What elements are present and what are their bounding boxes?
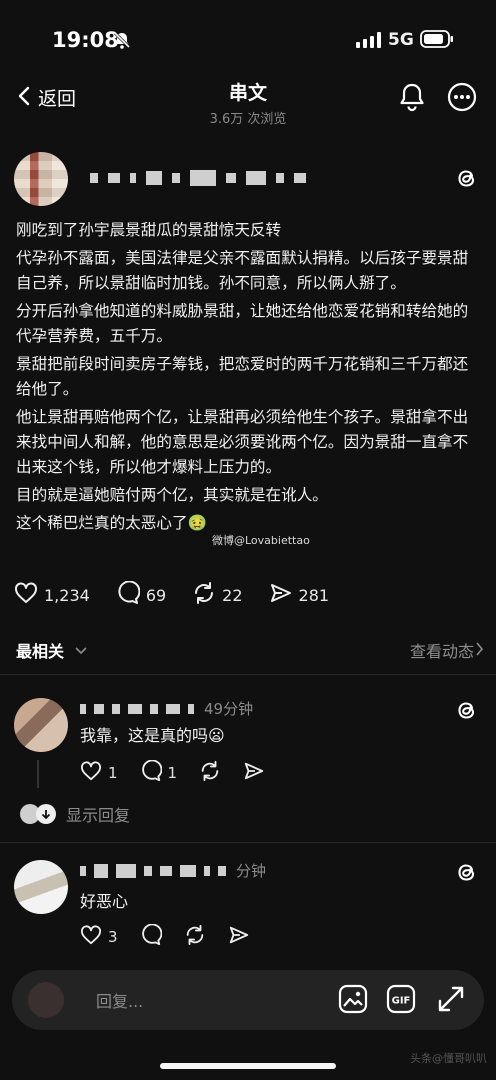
comment-like-count: 3 bbox=[108, 928, 118, 946]
more-options-icon[interactable] bbox=[446, 81, 478, 117]
comment-text: 我靠，这是真的吗😦 bbox=[80, 726, 225, 745]
commenter-avatar[interactable] bbox=[14, 698, 68, 752]
divider bbox=[0, 674, 496, 675]
chevron-down-icon[interactable] bbox=[74, 642, 88, 661]
speech-bubble-icon bbox=[116, 580, 141, 609]
repost-count: 22 bbox=[222, 585, 243, 605]
image-icon[interactable] bbox=[338, 984, 368, 1018]
speech-bubble-icon bbox=[140, 923, 162, 950]
reply-input[interactable]: 回复... bbox=[96, 988, 143, 1012]
post-paragraph: 分开后孙拿他知道的料威胁景甜，让她还给他恋爱花销和转给她的代孕营养费，五千万。 bbox=[16, 302, 469, 345]
comment-button[interactable]: 69 bbox=[116, 580, 167, 609]
comment-share-button[interactable] bbox=[228, 924, 250, 950]
top-bar: 返回 串文 3.6万 次浏览 bbox=[0, 72, 496, 127]
comment-actions: 1 1 bbox=[80, 759, 287, 786]
repost-button[interactable]: 22 bbox=[192, 581, 243, 609]
like-count: 1,234 bbox=[44, 585, 90, 605]
send-icon bbox=[228, 924, 250, 950]
status-time: 19:08 bbox=[52, 28, 119, 52]
home-indicator[interactable] bbox=[160, 1063, 336, 1069]
silent-mode-icon bbox=[112, 30, 132, 54]
status-bar: 19:08 5G bbox=[0, 0, 496, 70]
threads-logo-icon[interactable] bbox=[456, 166, 478, 194]
divider bbox=[0, 842, 496, 843]
sort-dropdown[interactable]: 最相关 bbox=[16, 638, 64, 662]
repost-icon bbox=[199, 760, 221, 786]
battery-icon bbox=[420, 30, 454, 52]
comment-reply-count: 1 bbox=[167, 764, 178, 782]
comment-meta: 49分钟 bbox=[80, 698, 253, 719]
comment-reply-button[interactable] bbox=[140, 923, 162, 950]
comment-text: 好恶心 bbox=[80, 892, 129, 911]
reply-compose-bar: 回复... GIF bbox=[12, 970, 484, 1030]
threads-logo-icon[interactable] bbox=[456, 698, 478, 726]
post-paragraph: 他让景甜再赔他两个亿，让景甜再必须给他生个孩子。景甜拿不出来找中间人和解，他的意… bbox=[16, 408, 469, 476]
my-avatar bbox=[28, 982, 64, 1018]
comment-like-button[interactable]: 3 bbox=[80, 925, 118, 949]
repost-icon bbox=[184, 924, 206, 950]
heart-icon bbox=[14, 582, 38, 608]
show-replies-label: 显示回复 bbox=[66, 806, 131, 825]
expand-icon[interactable] bbox=[436, 984, 466, 1018]
like-button[interactable]: 1,234 bbox=[14, 582, 90, 608]
comment-meta: 分钟 bbox=[80, 860, 266, 881]
corner-watermark: 头条@懂哥叭叭 bbox=[410, 1052, 487, 1065]
view-activity-link[interactable]: 查看动态 bbox=[410, 638, 474, 662]
send-icon bbox=[243, 760, 265, 786]
speech-bubble-icon bbox=[140, 759, 162, 786]
heart-icon bbox=[80, 761, 102, 785]
threads-logo-icon[interactable] bbox=[456, 860, 478, 888]
commenter-avatar[interactable] bbox=[14, 860, 68, 914]
heart-icon bbox=[80, 925, 102, 949]
notification-bell-icon[interactable] bbox=[398, 82, 426, 116]
gif-icon[interactable]: GIF bbox=[386, 984, 416, 1018]
post-paragraph: 目的就是逼她赔付两个亿，其实就是在讹人。 bbox=[16, 486, 328, 504]
comment-repost-button[interactable] bbox=[184, 924, 206, 950]
comment-like-count: 1 bbox=[108, 764, 118, 782]
commenter-name-pixelated bbox=[80, 863, 226, 878]
post-paragraph: 景甜把前段时间卖房子筹钱，把恋爱时的两千万花销和三千万都还给他了。 bbox=[16, 355, 469, 398]
show-replies-button[interactable]: 显示回复 bbox=[20, 802, 130, 826]
share-button[interactable]: 281 bbox=[269, 581, 330, 609]
chevron-right-icon[interactable] bbox=[476, 641, 484, 661]
post-paragraph: 刚吃到了孙宇晨景甜瓜的景甜惊天反转 bbox=[16, 221, 282, 239]
sort-bar: 最相关 查看动态 bbox=[0, 638, 496, 678]
author-name-pixelated bbox=[90, 170, 306, 186]
cellular-signal-icon bbox=[356, 32, 382, 52]
comment-count: 69 bbox=[145, 585, 167, 605]
comment-actions: 3 bbox=[80, 923, 272, 950]
arrow-down-icon bbox=[36, 804, 56, 824]
post-paragraph: 代孕孙不露面，美国法律是父亲不露面默认捐精。以后孩子要景甜自己养，所以景甜临时加… bbox=[16, 249, 469, 292]
network-type: 5G bbox=[388, 30, 414, 50]
post-actions: 1,234 69 22 281 bbox=[14, 580, 355, 609]
share-count: 281 bbox=[298, 585, 330, 605]
comment-repost-button[interactable] bbox=[199, 760, 221, 786]
author-avatar[interactable] bbox=[14, 152, 68, 206]
comment-time: 49分钟 bbox=[204, 700, 254, 718]
comment-like-button[interactable]: 1 bbox=[80, 761, 118, 785]
svg-text:GIF: GIF bbox=[392, 996, 411, 1007]
comment-share-button[interactable] bbox=[243, 760, 265, 786]
send-icon bbox=[269, 581, 293, 609]
weibo-watermark: 微博@Lovabiettao bbox=[212, 534, 310, 547]
comment-time: 分钟 bbox=[236, 862, 267, 880]
comment-reply-button[interactable]: 1 bbox=[140, 759, 178, 786]
thread-connector bbox=[37, 760, 39, 788]
post-body: 刚吃到了孙宇晨景甜瓜的景甜惊天反转 代孕孙不露面，美国法律是父亲不露面默认捐精。… bbox=[16, 218, 482, 539]
reply-avatars bbox=[20, 804, 56, 824]
commenter-name-pixelated bbox=[80, 703, 194, 714]
repost-icon bbox=[192, 581, 216, 609]
